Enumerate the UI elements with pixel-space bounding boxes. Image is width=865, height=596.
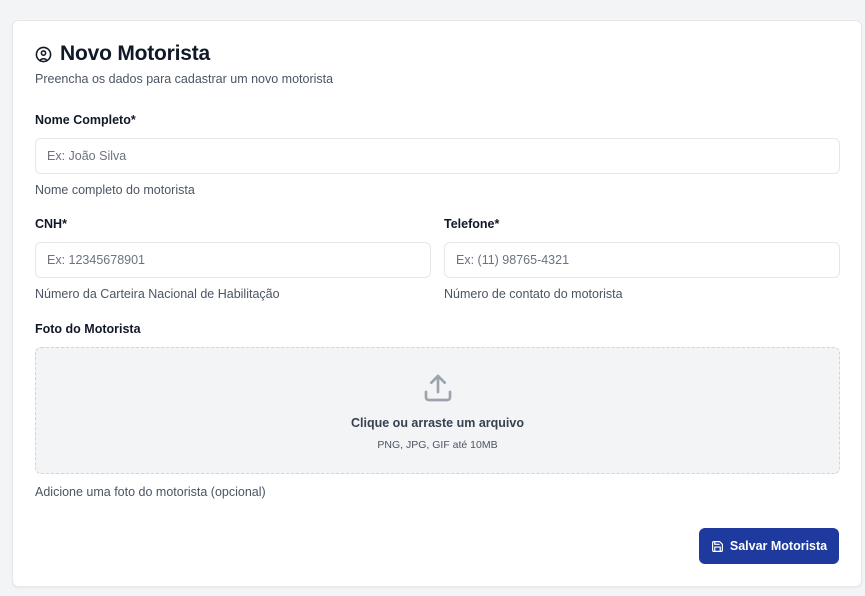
page-subtitle: Preencha os dados para cadastrar um novo… xyxy=(35,72,334,86)
name-label: Nome Completo* xyxy=(35,113,136,127)
driver-form-card: Novo Motorista Preencha os dados para ca… xyxy=(12,20,862,587)
upload-icon xyxy=(422,372,454,404)
save-button-label: Salvar Motorista xyxy=(729,539,828,553)
name-help: Nome completo do motorista xyxy=(35,183,195,197)
dropzone-subtitle: PNG, JPG, GIF até 10MB xyxy=(377,439,498,451)
form-header: Novo Motorista Preencha os dados para ca… xyxy=(35,41,839,86)
cnh-label: CNH* xyxy=(35,217,67,231)
photo-label: Foto do Motorista xyxy=(35,322,141,336)
user-circle-icon xyxy=(35,46,52,63)
phone-input[interactable] xyxy=(444,242,840,278)
save-icon xyxy=(711,540,724,553)
page-title: Novo Motorista xyxy=(60,42,211,65)
name-input[interactable] xyxy=(35,138,840,174)
phone-help: Número de contato do motorista xyxy=(444,287,623,301)
photo-dropzone[interactable]: Clique ou arraste um arquivo PNG, JPG, G… xyxy=(35,347,840,474)
save-driver-button[interactable]: Salvar Motorista xyxy=(699,528,839,564)
cnh-help: Número da Carteira Nacional de Habilitaç… xyxy=(35,287,280,301)
cnh-input[interactable] xyxy=(35,242,431,278)
phone-label: Telefone* xyxy=(444,217,500,231)
photo-help: Adicione uma foto do motorista (opcional… xyxy=(35,485,266,499)
title-row: Novo Motorista xyxy=(35,41,839,67)
dropzone-title: Clique ou arraste um arquivo xyxy=(351,416,524,430)
